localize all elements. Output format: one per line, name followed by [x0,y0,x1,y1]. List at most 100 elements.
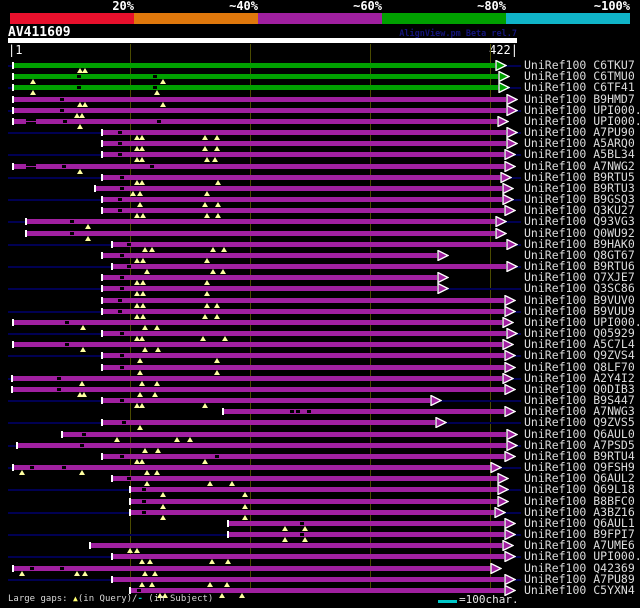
hit-label[interactable]: UniRef100_B9VUV0 [524,295,640,306]
hit-label[interactable]: UniRef100_A7NWG3 [524,406,640,417]
alignment-bar[interactable] [102,208,504,213]
alignment-bar[interactable] [112,554,504,559]
query-gap-marker-icon [174,437,180,442]
alignment-bar[interactable] [102,331,506,336]
hit-label[interactable]: UniRef100_C6TF41 [524,82,640,93]
hit-label[interactable]: UniRef100_B8BFC0 [524,496,640,507]
hit-label[interactable]: UniRef100_Q6AUL2 [524,473,640,484]
alignment-bar[interactable] [112,264,506,269]
alignment-bar[interactable] [13,119,26,124]
alignment-bar[interactable] [36,164,504,169]
hit-label[interactable]: UniRef100_C6TMU0 [524,71,640,82]
query-gap-marker-icon [142,247,148,252]
alignment-bar[interactable] [90,543,502,548]
hit-label[interactable]: UniRef100_Q3SC86 [524,283,640,294]
hit-label[interactable]: UniRef100_Q69L18 [524,484,640,495]
alignment-bar[interactable] [228,521,504,526]
subject-gap-dash-icon [142,511,146,514]
hit-label[interactable]: UniRef100_A7NWG2 [524,161,640,172]
query-gap-marker-icon [202,146,208,151]
hit-label[interactable]: UniRef100_B9RTU3 [524,183,640,194]
hit-label[interactable]: UniRef100_Q6AUL0 [524,429,640,440]
hit-label[interactable]: UniRef100_Q9ZVS4 [524,350,640,361]
hit-label[interactable]: UniRef100_Q0DIB3 [524,384,640,395]
alignment-bar[interactable] [36,119,497,124]
hit-label[interactable]: UniRef100_B9GSQ3 [524,194,640,205]
alignment-bar[interactable] [12,376,502,381]
hit-label[interactable]: UniRef100_Q8GT67 [524,250,640,261]
alignment-bar[interactable] [102,152,504,157]
hit-label[interactable]: UniRef100_B9RTU5 [524,172,640,183]
alignment-bar[interactable] [102,286,437,291]
alignment-bar[interactable] [95,186,502,191]
alignment-bar[interactable] [223,409,504,414]
alignment-bar[interactable] [102,253,437,258]
alignment-bar[interactable] [112,577,504,582]
hit-label[interactable]: UniRef100_A5C7L4 [524,339,640,350]
alignment-bar[interactable] [102,398,430,403]
hit-label[interactable]: UniRef100_Q6AUL1 [524,518,640,529]
alignment-bar[interactable] [102,353,504,358]
alignment-bar[interactable] [17,443,506,448]
alignment-bar[interactable] [102,197,502,202]
alignment-bar[interactable] [130,588,504,593]
hit-label[interactable]: UniRef100_Q05929 [524,328,640,339]
hit-label[interactable]: UniRef100_Q9ZVS5 [524,417,640,428]
alignment-bar[interactable] [102,298,504,303]
alignment-bar[interactable] [102,275,437,280]
hit-label[interactable]: UniRef100_Q7XJE7 [524,272,640,283]
hit-label[interactable]: UniRef100_Q3KU27 [524,205,640,216]
hit-label[interactable]: UniRef100_A5BL34 [524,149,640,160]
alignment-bar[interactable] [112,242,506,247]
alignment-bar[interactable] [102,309,504,314]
alignment-bar[interactable] [102,365,504,370]
alignment-bar[interactable] [112,476,497,481]
alignment-bar[interactable] [102,420,435,425]
alignment-bar[interactable] [130,510,494,515]
hit-label[interactable]: UniRef100_Q93VG3 [524,216,640,227]
alignment-bar[interactable] [13,342,502,347]
hit-label[interactable]: UniRef100_A7PU89 [524,574,640,585]
hit-label[interactable]: UniRef100_UPI000.. [524,105,640,116]
hit-label[interactable]: UniRef100_B9RTU6 [524,261,640,272]
scale-segment-20 [10,13,134,24]
alignment-bar[interactable] [102,175,500,180]
alignment-bar[interactable] [26,219,495,224]
hit-label[interactable]: UniRef100_B9VUU9 [524,306,640,317]
alignment-bar[interactable] [102,130,506,135]
alignment-bar[interactable] [102,141,506,146]
hit-label[interactable]: UniRef100_C5YXN4 [524,585,640,596]
alignment-bar-connector [26,166,36,167]
hit-label[interactable]: UniRef100_UPI000.. [524,317,640,328]
subject-gap-dash-icon [60,567,64,570]
alignment-bar[interactable] [62,432,506,437]
hit-label[interactable]: UniRef100_B9HMD7 [524,94,640,105]
hit-label[interactable]: UniRef100_B9FPI7 [524,529,640,540]
alignment-bar[interactable] [13,85,498,90]
hit-label[interactable]: UniRef100_A2Y4I2 [524,373,640,384]
alignment-bar[interactable] [26,231,495,236]
hit-label[interactable]: UniRef100_Q8LF70 [524,362,640,373]
hit-label[interactable]: UniRef100_A7UME6 [524,540,640,551]
alignment-bar[interactable] [13,320,502,325]
hit-label[interactable]: UniRef100_A5ARQ0 [524,138,640,149]
hit-label[interactable]: UniRef100_B9S447 [524,395,640,406]
hit-label[interactable]: UniRef100_C6TKU7 [524,60,640,71]
hit-label[interactable]: UniRef100_B9HAK0 [524,239,640,250]
hit-label[interactable]: UniRef100_A7PSD5 [524,440,640,451]
hit-label[interactable]: UniRef100_UPI000.. [524,116,640,127]
alignment-bar[interactable] [228,532,504,537]
alignment-bar[interactable] [130,487,497,492]
alignment-bar[interactable] [13,74,498,79]
hit-label[interactable]: UniRef100_A7PU90 [524,127,640,138]
alignment-bar[interactable] [13,164,26,169]
hit-label[interactable]: UniRef100_UPI000.. [524,551,640,562]
hit-label[interactable]: UniRef100_A3BZ16 [524,507,640,518]
hit-label[interactable]: UniRef100_B9RTU4 [524,451,640,462]
hit-label[interactable]: UniRef100_Q9FSH9 [524,462,640,473]
alignment-bar[interactable] [130,499,497,504]
alignment-bar[interactable] [13,108,506,113]
hit-label[interactable]: UniRef100_Q42369 [524,563,640,574]
alignment-bar[interactable] [102,454,504,459]
hit-label[interactable]: UniRef100_Q0WU92 [524,228,640,239]
